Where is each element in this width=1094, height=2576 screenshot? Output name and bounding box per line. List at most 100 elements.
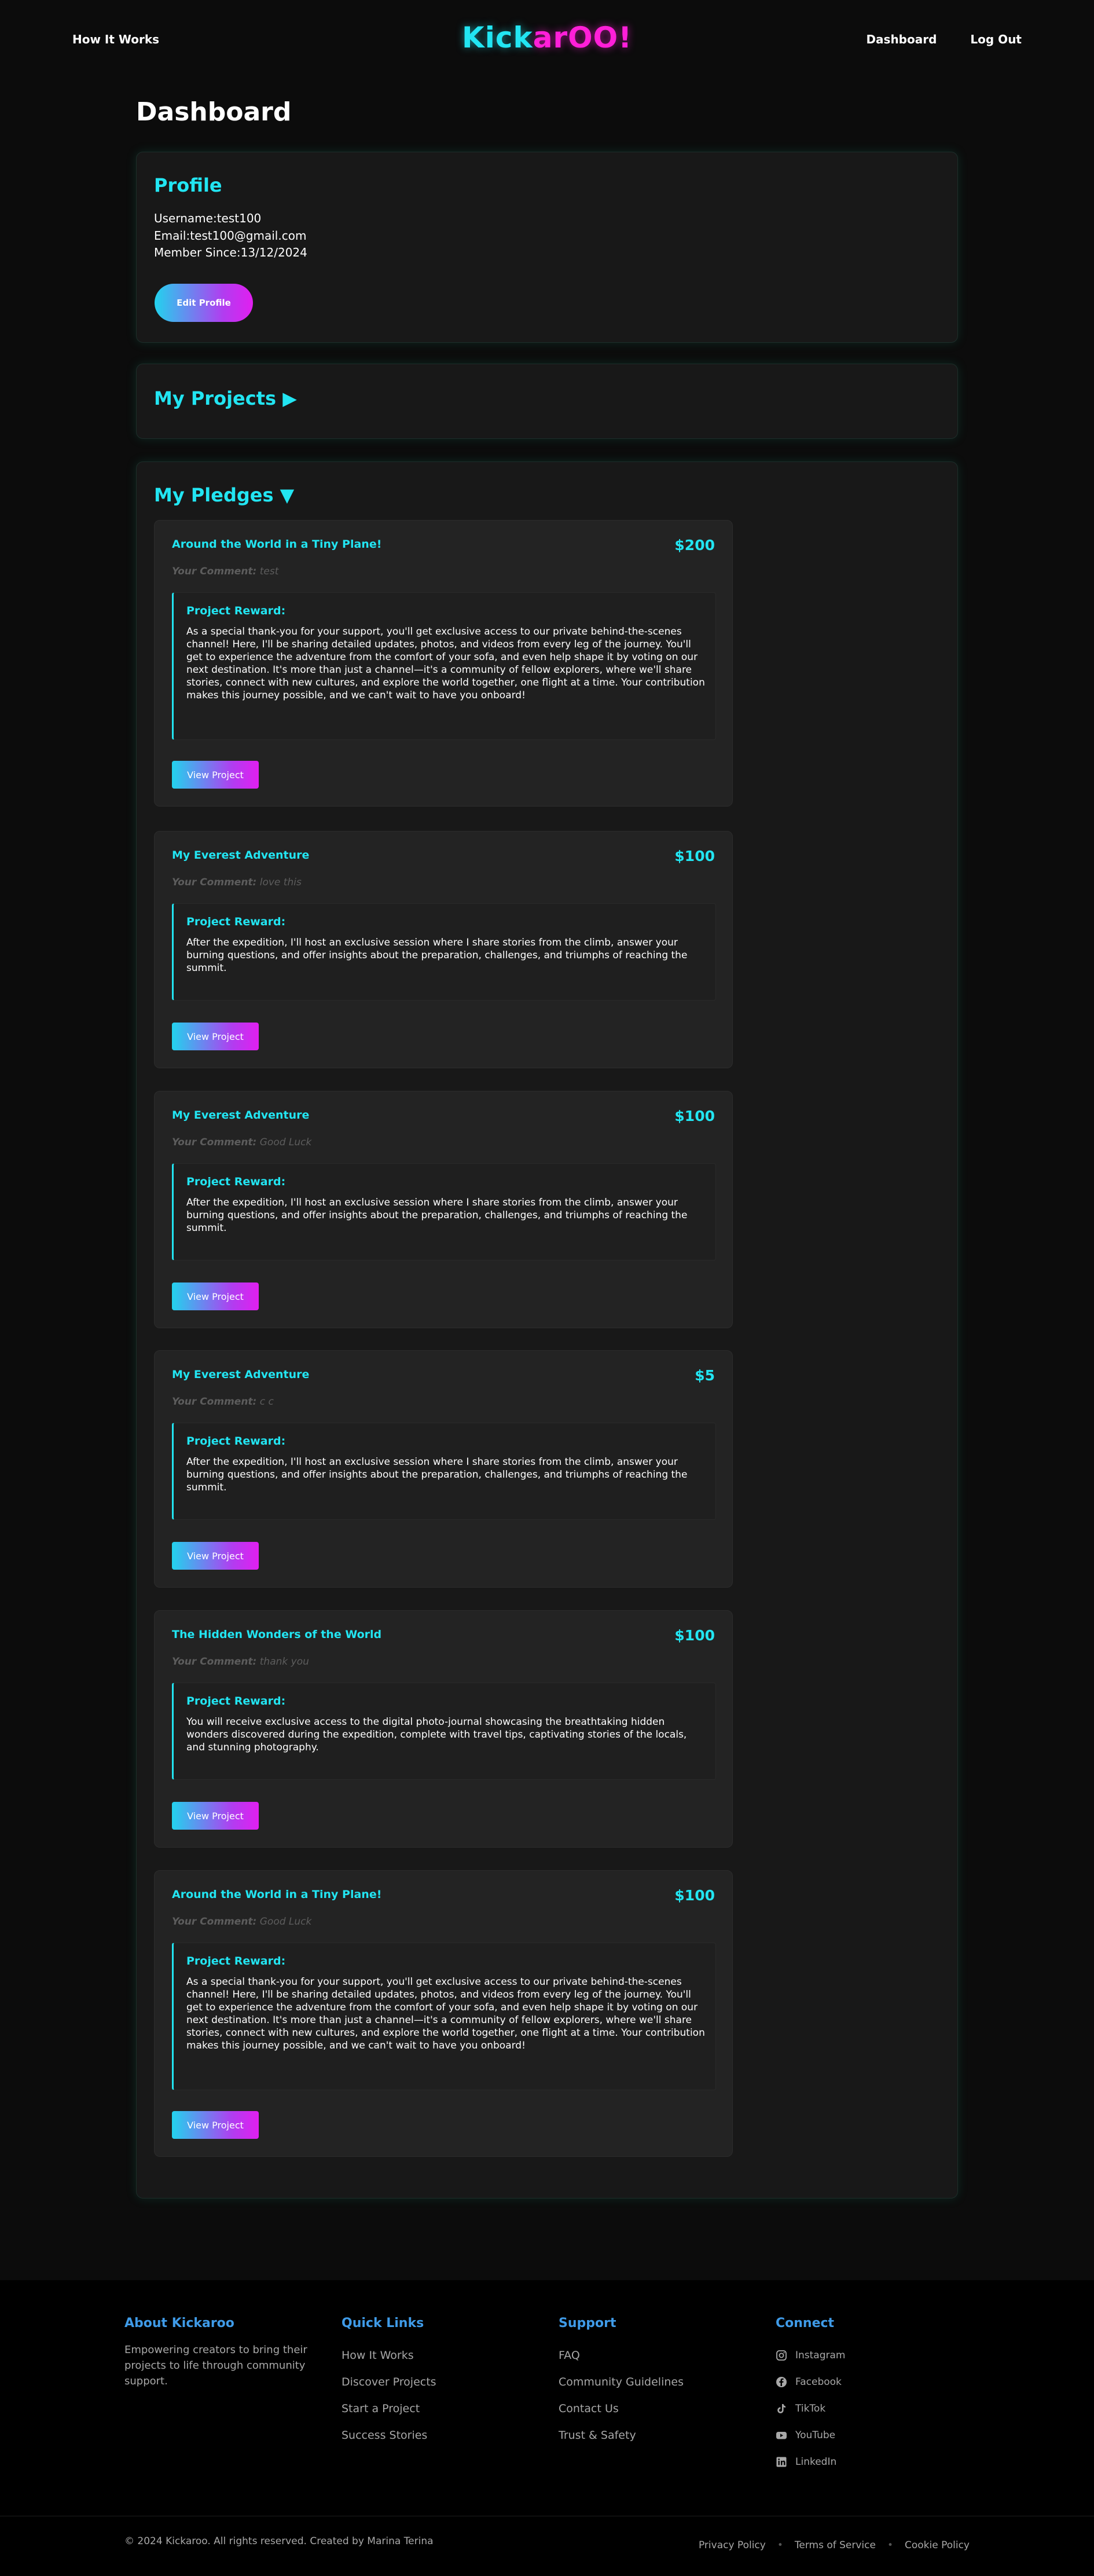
pledge-amount: $100 — [674, 1627, 715, 1644]
reward-title: Project Reward: — [186, 1955, 286, 1967]
pledges-card: My Pledges ▼ Around the World in a Tiny … — [136, 461, 958, 2198]
pledge-item: My Everest Adventure $100 Your Comment: … — [154, 1091, 733, 1328]
logo-text-part2: arOO! — [533, 21, 632, 54]
comment-label: Your Comment: — [172, 1916, 257, 1928]
profile-email: Email:test100@gmail.com — [154, 229, 307, 243]
instagram-icon — [776, 2350, 787, 2361]
comment-text: test — [259, 566, 279, 577]
footer-separator: • — [777, 2540, 783, 2551]
pledge-comment: Your Comment: Good Luck — [172, 1916, 311, 1928]
pledge-amount: $100 — [674, 848, 715, 864]
youtube-icon — [776, 2430, 787, 2441]
pledge-title: Around the World in a Tiny Plane! — [172, 1888, 382, 1901]
pledge-title: My Everest Adventure — [172, 849, 310, 862]
pledge-item: My Everest Adventure $100 Your Comment: … — [154, 831, 733, 1068]
footer-link-faq[interactable]: FAQ — [559, 2342, 684, 2369]
pledge-title: My Everest Adventure — [172, 1109, 310, 1122]
pledge-comment: Your Comment: test — [172, 566, 278, 577]
comment-label: Your Comment: — [172, 1396, 257, 1408]
footer-social-label: LinkedIn — [795, 2456, 837, 2468]
profile-member-since: Member Since:13/12/2024 — [154, 245, 307, 259]
projects-toggle[interactable]: My Projects ▶ — [154, 387, 297, 409]
footer-link-guidelines[interactable]: Community Guidelines — [559, 2369, 684, 2395]
footer-terms-link[interactable]: Terms of Service — [795, 2540, 876, 2551]
tiktok-icon — [776, 2403, 787, 2414]
linkedin-icon — [776, 2456, 787, 2468]
pledge-amount: $200 — [674, 537, 715, 554]
reward-title: Project Reward: — [186, 604, 286, 617]
page-title: Dashboard — [136, 97, 292, 127]
footer-link-start-project[interactable]: Start a Project — [342, 2395, 436, 2422]
reward-title: Project Reward: — [186, 1435, 286, 1448]
pledge-comment: Your Comment: Good Luck — [172, 1137, 311, 1148]
comment-label: Your Comment: — [172, 1137, 257, 1148]
footer-support-title: Support — [559, 2316, 616, 2331]
footer-social-youtube[interactable]: YouTube — [776, 2422, 846, 2449]
comment-label: Your Comment: — [172, 1656, 257, 1668]
reward-title: Project Reward: — [186, 915, 286, 928]
pledge-comment: Your Comment: thank you — [172, 1656, 309, 1668]
footer-social-linkedin[interactable]: LinkedIn — [776, 2449, 846, 2475]
footer-separator: • — [887, 2540, 893, 2551]
footer-link-trust-safety[interactable]: Trust & Safety — [559, 2422, 684, 2449]
facebook-icon — [776, 2376, 787, 2388]
footer-social-facebook[interactable]: Facebook — [776, 2369, 846, 2395]
footer-about-text: Empowering creators to bring their proje… — [124, 2344, 307, 2387]
view-project-button[interactable]: View Project — [172, 1282, 259, 1310]
pledge-item: Around the World in a Tiny Plane! $100 Y… — [154, 1870, 733, 2157]
pledge-amount: $100 — [674, 1887, 715, 1904]
footer: About Kickaroo Empowering creators to br… — [0, 2280, 1094, 2576]
reward-box: Project Reward: After the expedition, I'… — [172, 1163, 716, 1260]
view-project-button[interactable]: View Project — [172, 1802, 259, 1830]
comment-text: love this — [259, 877, 302, 888]
footer-social-label: Facebook — [795, 2376, 842, 2388]
reward-box: Project Reward: You will receive exclusi… — [172, 1683, 716, 1780]
view-project-button[interactable]: View Project — [172, 2111, 259, 2139]
reward-text: After the expedition, I'll host an exclu… — [186, 1197, 688, 1234]
reward-title: Project Reward: — [186, 1695, 286, 1707]
pledge-title: My Everest Adventure — [172, 1368, 310, 1381]
reward-text: After the expedition, I'll host an exclu… — [186, 937, 688, 974]
comment-text: Good Luck — [259, 1916, 312, 1928]
profile-title: Profile — [154, 174, 222, 196]
view-project-button[interactable]: View Project — [172, 1023, 259, 1050]
footer-about-title: About Kickaroo — [124, 2316, 234, 2331]
edit-profile-button[interactable]: Edit Profile — [155, 284, 253, 322]
reward-box: Project Reward: After the expedition, I'… — [172, 1423, 716, 1520]
comment-label: Your Comment: — [172, 877, 257, 888]
footer-cookie-link[interactable]: Cookie Policy — [905, 2540, 970, 2551]
pledge-item: The Hidden Wonders of the World $100 You… — [154, 1610, 733, 1848]
footer-copyright: © 2024 Kickaroo. All rights reserved. Cr… — [124, 2535, 434, 2547]
reward-box: Project Reward: As a special thank-you f… — [172, 1943, 716, 2090]
footer-legal-links: Privacy Policy • Terms of Service • Cook… — [699, 2540, 970, 2551]
view-project-button[interactable]: View Project — [172, 1542, 259, 1570]
pledge-comment: Your Comment: c c — [172, 1396, 274, 1408]
pledge-amount: $5 — [695, 1367, 715, 1384]
footer-social-label: TikTok — [795, 2403, 826, 2414]
footer-about: About Kickaroo Empowering creators to br… — [124, 2316, 321, 2389]
reward-text: You will receive exclusive access to the… — [186, 1716, 687, 1753]
site-logo[interactable]: KickarOO! — [0, 21, 1094, 54]
reward-text: As a special thank-you for your support,… — [186, 1976, 705, 2051]
footer-privacy-link[interactable]: Privacy Policy — [699, 2540, 766, 2551]
profile-card: Profile Username:test100 Email:test100@g… — [136, 152, 958, 343]
reward-box: Project Reward: As a special thank-you f… — [172, 592, 716, 740]
pledge-item: My Everest Adventure $5 Your Comment: c … — [154, 1350, 733, 1588]
footer-link-how-it-works[interactable]: How It Works — [342, 2342, 436, 2369]
logo-text-part1: Kick — [462, 21, 533, 54]
comment-label: Your Comment: — [172, 566, 257, 577]
reward-text: As a special thank-you for your support,… — [186, 626, 705, 701]
comment-text: c c — [259, 1396, 274, 1408]
footer-social-label: Instagram — [795, 2350, 846, 2361]
projects-card: My Projects ▶ — [136, 364, 958, 439]
footer-social-instagram[interactable]: Instagram — [776, 2342, 846, 2369]
footer-connect-title: Connect — [776, 2316, 835, 2331]
pledges-toggle[interactable]: My Pledges ▼ — [154, 484, 294, 506]
footer-social-tiktok[interactable]: TikTok — [776, 2395, 846, 2422]
footer-social-label: YouTube — [795, 2430, 836, 2441]
footer-link-success-stories[interactable]: Success Stories — [342, 2422, 436, 2449]
view-project-button[interactable]: View Project — [172, 761, 259, 789]
comment-text: Good Luck — [259, 1137, 312, 1148]
footer-link-contact[interactable]: Contact Us — [559, 2395, 684, 2422]
footer-link-discover[interactable]: Discover Projects — [342, 2369, 436, 2395]
